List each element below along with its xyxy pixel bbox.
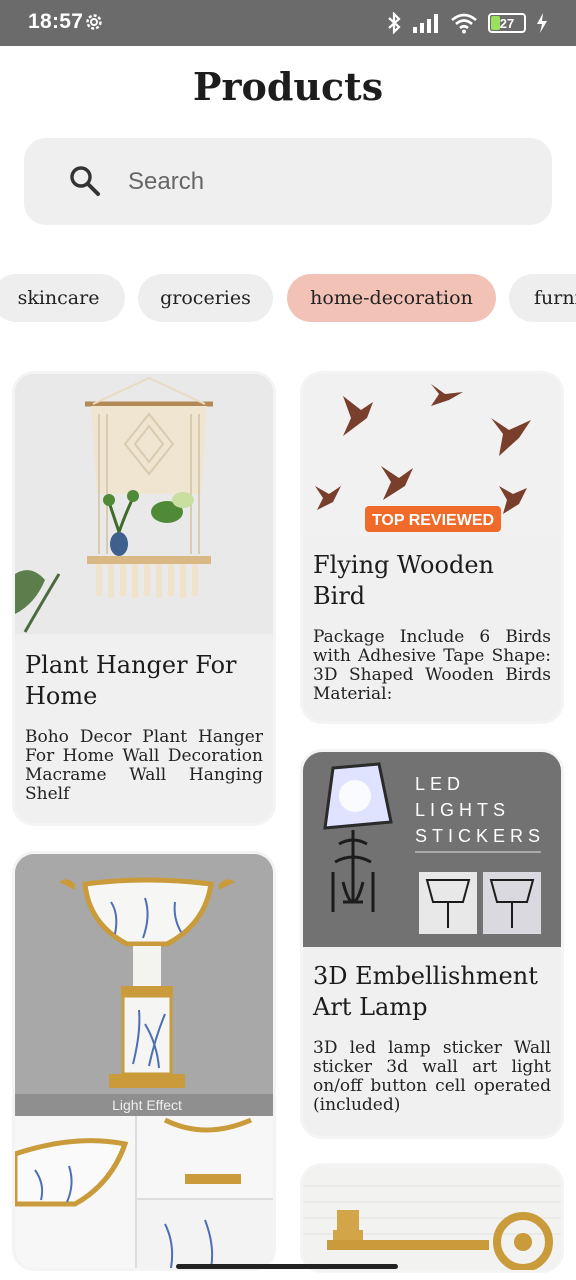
page-title: Products	[192, 64, 384, 109]
image-text-stickers: STICKERS	[415, 826, 545, 846]
status-time: 18:57	[28, 10, 84, 33]
badge-text: TOP REVIEWED	[372, 512, 494, 529]
home-indicator[interactable]	[176, 1264, 398, 1269]
chip-skincare[interactable]: skincare	[0, 274, 125, 322]
chip-home-decoration[interactable]: home-decoration	[287, 274, 496, 322]
battery-icon: 27	[488, 13, 526, 33]
image-text-lights: LIGHTS	[415, 800, 510, 820]
charging-icon	[537, 13, 547, 33]
category-chips: skincare groceries home-decoration furni	[0, 274, 576, 322]
product-image	[303, 1166, 561, 1270]
gear-icon	[86, 14, 102, 30]
image-text-led: LED	[415, 774, 465, 794]
product-image	[15, 374, 273, 634]
light-effect-label: Light Effect	[112, 1097, 182, 1113]
product-card[interactable]: Plant Hanger For Home Boho Decor Plant H…	[12, 371, 276, 826]
search-bar[interactable]	[24, 138, 552, 225]
chip-groceries[interactable]: groceries	[138, 274, 273, 322]
product-image: TOP REVIEWED	[303, 374, 561, 536]
search-input[interactable]	[128, 160, 518, 204]
search-icon[interactable]	[68, 164, 102, 198]
wifi-icon	[451, 13, 477, 34]
product-card[interactable]: LED LIGHTS STICKERS 3D Embellishment Art…	[300, 749, 564, 1139]
chip-furniture[interactable]: furni	[509, 274, 576, 322]
product-image: LED LIGHTS STICKERS	[303, 752, 561, 947]
product-description: Package Include 6 Birds with Adhesive Ta…	[313, 627, 551, 704]
status-bar: 18:57 27	[0, 0, 576, 46]
product-card[interactable]	[300, 1163, 564, 1273]
battery-level: 27	[499, 15, 515, 31]
product-description: Boho Decor Plant Hanger For Home Wall De…	[25, 727, 263, 804]
product-title: Plant Hanger For Home	[25, 651, 237, 710]
product-card[interactable]: Light Effect	[12, 851, 276, 1271]
product-image: Light Effect	[15, 854, 273, 1268]
signal-icon	[413, 14, 438, 33]
product-card[interactable]: TOP REVIEWED Flying Wooden Bird Package …	[300, 371, 564, 724]
product-description: 3D led lamp sticker Wall sticker 3d wall…	[313, 1038, 551, 1115]
product-title: Flying Wooden Bird	[313, 551, 494, 610]
product-title: 3D Embellishment Art Lamp	[313, 962, 538, 1021]
bluetooth-icon	[388, 12, 401, 34]
